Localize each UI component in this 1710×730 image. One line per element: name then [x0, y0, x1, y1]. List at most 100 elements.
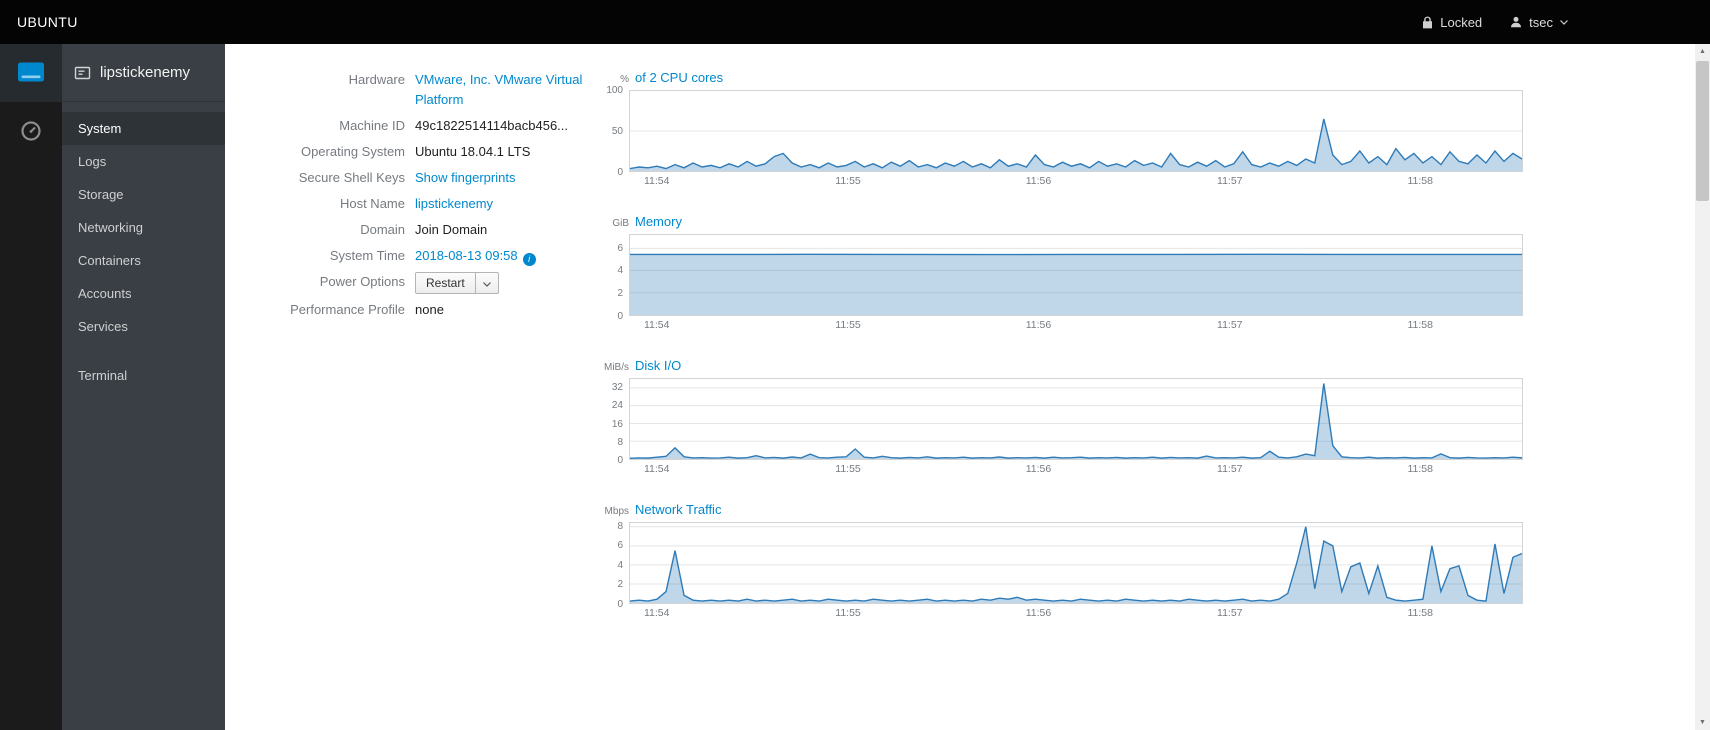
memory-chart-plot	[629, 234, 1523, 316]
memory-y-axis-labels: 0 2 4 6	[593, 234, 629, 322]
network-chart-plot	[629, 522, 1523, 604]
server-machine-icon	[18, 62, 44, 82]
power-options-caret-button[interactable]	[475, 272, 499, 294]
show-fingerprints-link[interactable]: Show fingerprints	[415, 170, 515, 185]
x-tick-label: 11:54	[643, 319, 670, 331]
x-tick-label: 11:57	[1217, 607, 1243, 619]
restart-button[interactable]: Restart	[415, 272, 476, 294]
app-body: lipstickenemy System Logs Storage Networ…	[0, 44, 1710, 730]
sidebar: lipstickenemy System Logs Storage Networ…	[62, 44, 225, 730]
user-menu[interactable]: tsec	[1510, 0, 1568, 44]
cpu-chart-body: 0 50 100	[593, 85, 1523, 178]
sidebar-item-containers[interactable]: Containers	[62, 244, 225, 277]
series-line	[630, 383, 1522, 458]
series-area	[630, 254, 1522, 315]
sidebar-item-label: Terminal	[78, 368, 128, 383]
info-label: Host Name	[339, 196, 405, 211]
sidebar-item-storage[interactable]: Storage	[62, 178, 225, 211]
cpu-unit-label: %	[620, 74, 629, 85]
machine-icon-strip	[0, 44, 62, 730]
sidebar-item-label: Logs	[78, 154, 107, 169]
memory-x-axis-labels: 11:54 11:55 11:56 11:57 11:58	[629, 316, 1523, 334]
y-tick-label: 4	[617, 559, 623, 571]
info-row-power-options: Power Options Restart	[245, 272, 593, 294]
scroll-up-arrow-icon[interactable]: ▲	[1695, 44, 1710, 59]
charts-panel: % of 2 CPU cores 0 50 100 11:54 11:55 11:56 1…	[593, 70, 1523, 730]
y-tick-label: 8	[617, 436, 623, 448]
x-tick-label: 11:58	[1407, 319, 1433, 331]
x-tick-label: 11:55	[835, 463, 861, 475]
sidebar-item-system[interactable]: System	[62, 112, 225, 145]
cpu-chart-svg	[630, 91, 1522, 171]
info-label: Secure Shell Keys	[298, 170, 405, 185]
locked-button[interactable]: Locked	[1422, 0, 1482, 44]
sidebar-dashboard[interactable]	[0, 102, 62, 160]
disk-io-chart-title-link[interactable]: Disk I/O	[635, 358, 681, 373]
sidebar-item-networking[interactable]: Networking	[62, 211, 225, 244]
network-x-axis-labels: 11:54 11:55 11:56 11:57 11:58	[629, 604, 1523, 622]
x-tick-label: 11:56	[1025, 175, 1052, 187]
memory-chart-title-link[interactable]: Memory	[635, 214, 682, 229]
y-tick-label: 0	[617, 599, 623, 610]
info-label: System Time	[329, 248, 405, 263]
dashboard-gauge-icon	[21, 121, 41, 141]
sidebar-item-logs[interactable]: Logs	[62, 145, 225, 178]
y-tick-label: 2	[617, 579, 623, 591]
y-tick-label: 50	[611, 126, 623, 137]
memory-unit-label: GiB	[612, 218, 629, 229]
chevron-down-icon	[1560, 19, 1568, 25]
hardware-link[interactable]: VMware, Inc. VMware Virtual Platform	[415, 72, 582, 107]
series-area	[630, 383, 1522, 459]
scroll-down-arrow-icon[interactable]: ▼	[1695, 715, 1710, 730]
disk-io-chart-plot	[629, 378, 1523, 460]
host-name-link[interactable]: lipstickenemy	[415, 196, 493, 211]
disk-io-chart-body: 0 8 16 24 32	[593, 378, 1523, 466]
y-tick-label: 0	[617, 167, 623, 178]
top-navigation-bar: UBUNTU Locked tsec	[0, 0, 1710, 44]
x-tick-label: 11:55	[835, 319, 861, 331]
y-tick-label: 0	[617, 311, 623, 322]
sidebar-item-label: Networking	[78, 220, 144, 235]
info-circle-icon[interactable]: i	[522, 252, 536, 266]
x-tick-label: 11:58	[1407, 175, 1433, 187]
brand-logo: UBUNTU	[17, 14, 78, 30]
network-y-axis-labels: 0 2 4 6 8	[593, 520, 629, 610]
cpu-x-axis-labels: 11:54 11:55 11:56 11:57 11:58	[629, 172, 1523, 190]
locked-label: Locked	[1440, 14, 1483, 30]
network-chart-block: Mbps Network Traffic 02468 11:54 11:55 11:…	[593, 502, 1523, 622]
system-info-panel: Hardware VMware, Inc. VMware Virtual Pla…	[245, 70, 593, 730]
host-selector[interactable]: lipstickenemy	[62, 44, 225, 102]
sidebar-machine-server[interactable]	[0, 44, 62, 102]
host-server-icon	[74, 66, 91, 79]
operating-system-value: Ubuntu 18.04.1 LTS	[415, 144, 531, 159]
system-time-link[interactable]: 2018-08-13 09:58	[415, 248, 518, 263]
info-row-performance-profile: Performance Profile none	[245, 300, 593, 320]
sidebar-item-accounts[interactable]: Accounts	[62, 277, 225, 310]
y-tick-label: 0	[617, 455, 623, 466]
network-chart-title: Mbps Network Traffic	[593, 502, 1523, 517]
performance-profile-value: none	[415, 302, 444, 317]
x-tick-label: 11:56	[1025, 319, 1052, 331]
domain-value: Join Domain	[415, 222, 488, 237]
info-label: Power Options	[319, 274, 405, 289]
cpu-y-axis-labels: 0 50 100	[593, 85, 629, 178]
scrollbar-thumb[interactable]	[1696, 61, 1709, 201]
sidebar-item-label: System	[78, 121, 122, 136]
info-row-system-time: System Time 2018-08-13 09:58 i	[245, 246, 593, 266]
x-tick-label: 11:57	[1217, 319, 1243, 331]
sidebar-tools-section: Terminal	[62, 359, 225, 392]
info-label: Machine ID	[339, 118, 405, 133]
vertical-scrollbar[interactable]: ▲ ▼	[1695, 44, 1710, 730]
cpu-chart-block: % of 2 CPU cores 0 50 100 11:54 11:55 11:56 1…	[593, 70, 1523, 190]
sidebar-item-terminal[interactable]: Terminal	[62, 359, 225, 392]
network-chart-title-link[interactable]: Network Traffic	[635, 502, 721, 517]
network-chart-body: 0 2 4 6 8	[593, 520, 1523, 610]
main-content: Hardware VMware, Inc. VMware Virtual Pla…	[225, 44, 1710, 730]
y-tick-label: 8	[617, 520, 623, 532]
sidebar-item-services[interactable]: Services	[62, 310, 225, 343]
cpu-chart-title-link[interactable]: of 2 CPU cores	[635, 70, 723, 85]
info-label: Hardware	[348, 72, 405, 87]
sidebar-menu: System Logs Storage Networking Container…	[62, 102, 225, 392]
sidebar-item-label: Containers	[78, 253, 141, 268]
info-label: Operating System	[300, 144, 405, 159]
